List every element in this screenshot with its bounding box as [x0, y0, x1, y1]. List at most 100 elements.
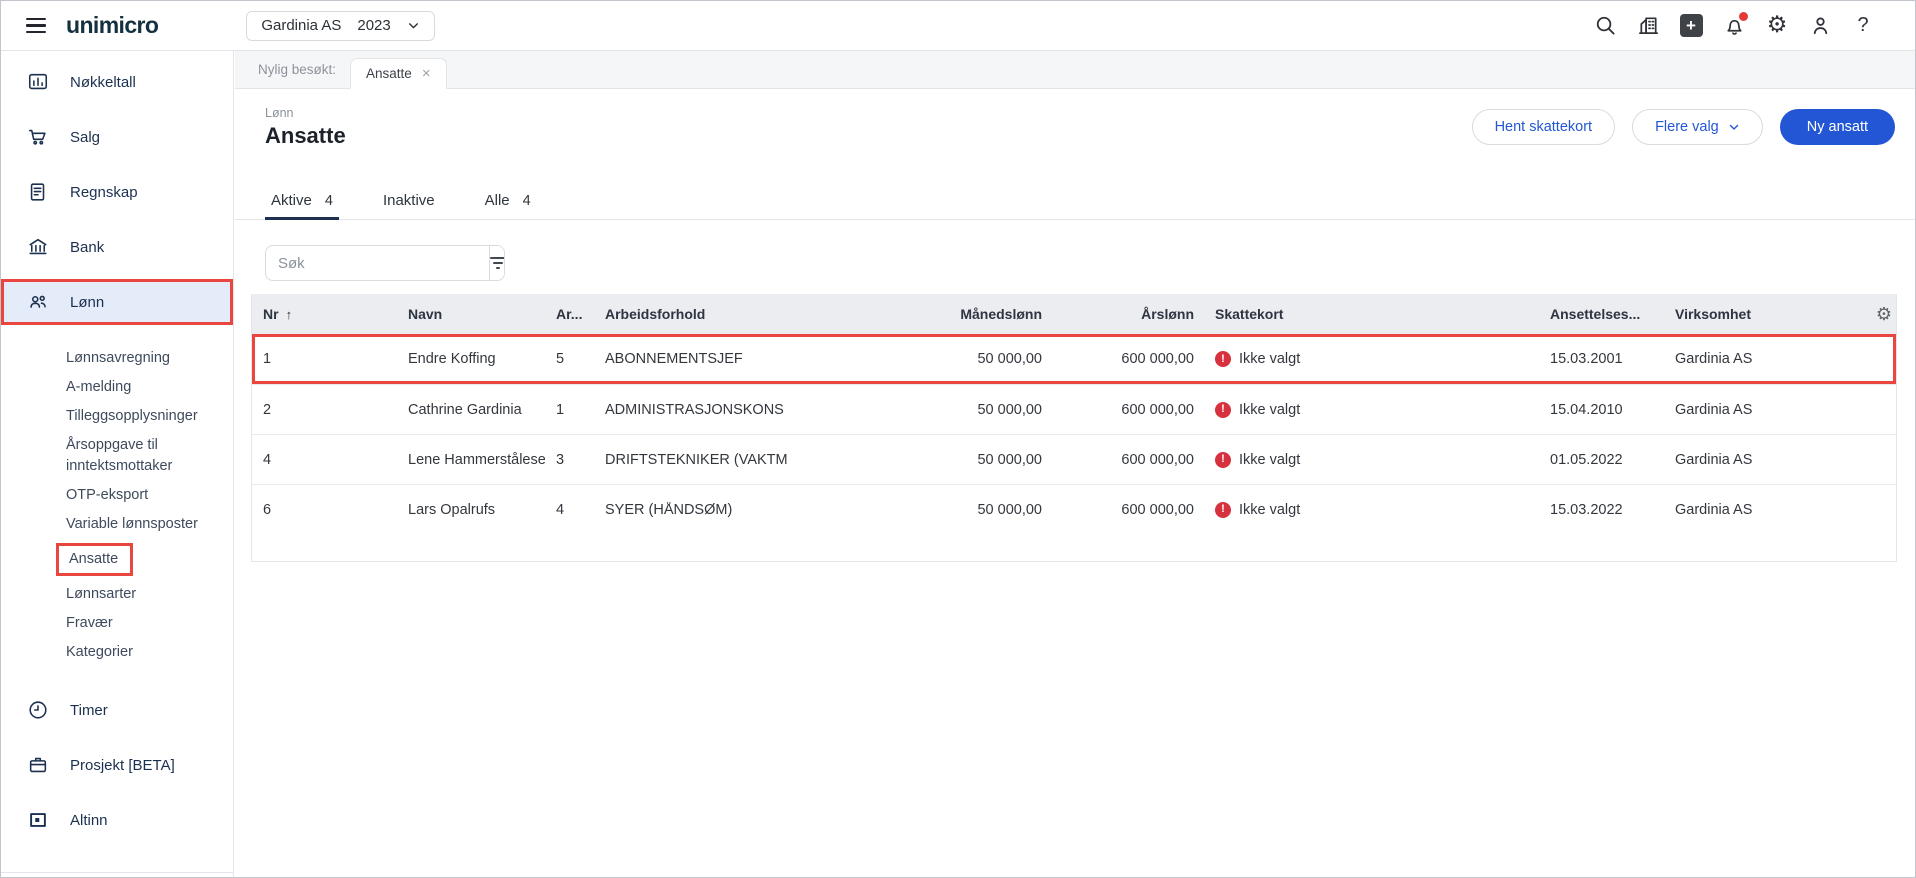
column-header-label: Årslønn [1141, 306, 1194, 322]
cell-nr: 1 [263, 351, 272, 367]
cell-ansettelsesdato: 15.03.2022 [1550, 501, 1623, 518]
column-header-nr[interactable]: Nr ↑ [252, 306, 397, 322]
sidebar-item-lonn[interactable]: Lønn [1, 279, 233, 325]
column-header-virksomhet[interactable]: Virksomhet [1664, 306, 1864, 322]
sidebar-item-prosjekt[interactable]: Prosjekt [BETA] [1, 742, 233, 788]
table-settings-gear-icon[interactable]: ⚙ [1864, 304, 1898, 325]
table-row[interactable]: 2 Cathrine Gardinia 1 ADMINISTRASJONSKONS 50… [252, 384, 1896, 434]
sidebar-subitem-arsoppgave[interactable]: Årsoppgave til inntektsmottaker [1, 431, 233, 481]
column-header-ansettelsesdato[interactable]: Ansettelses... [1539, 306, 1664, 322]
column-header-navn[interactable]: Navn [397, 306, 545, 322]
company-name: Gardinia AS [261, 17, 342, 34]
topbar: unimicro Gardinia AS 2023 + ⚙ ? [1, 1, 1915, 51]
add-tile-icon[interactable]: + [1679, 14, 1703, 38]
settings-gear-icon[interactable]: ⚙ [1765, 14, 1789, 38]
sidebar: Nøkkeltall Salg Regnskap Bank Lønn Lønnsavreg… [1, 51, 234, 877]
table-row[interactable]: 6 Lars Opalrufs 4 SYER (HÅNDSØM) 50 000,00 60… [252, 484, 1896, 534]
sidebar-subitem-fravaer[interactable]: Fravær [1, 609, 233, 638]
cell-ar: 1 [556, 401, 565, 418]
sidebar-subitem-variable-lonnsposter[interactable]: Variable lønnsposter [1, 510, 233, 539]
cell-manedslonn: 50 000,00 [977, 401, 1042, 418]
sidebar-subitem-label: Lønnsarter [66, 586, 137, 602]
error-icon: ! [1215, 451, 1231, 468]
document-icon [27, 181, 49, 203]
recently-visited-strip: Nylig besøkt: Ansatte × [235, 51, 1915, 89]
cell-ansettelsesdato: 15.03.2001 [1550, 351, 1623, 367]
chevron-down-icon [1728, 121, 1740, 133]
column-header-label: Navn [408, 306, 443, 322]
bank-icon [27, 236, 49, 258]
sidebar-item-bank[interactable]: Bank [1, 224, 233, 270]
recent-tab-title: Ansatte [366, 66, 412, 81]
sidebar-subitem-label: Variable lønnsposter [66, 516, 198, 532]
hent-skattekort-button[interactable]: Hent skattekort [1471, 109, 1616, 145]
sidebar-item-regnskap[interactable]: Regnskap [1, 169, 233, 215]
sidebar-item-salg[interactable]: Salg [1, 114, 233, 160]
sidebar-subitem-label: Kategorier [66, 644, 133, 660]
tab-inaktive[interactable]: Inaktive [377, 192, 441, 220]
tab-label: Alle [484, 192, 510, 209]
help-icon[interactable]: ? [1851, 14, 1875, 38]
tab-aktive[interactable]: Aktive 4 [265, 192, 339, 220]
table-row[interactable]: 4 Lene Hammerstålesen 3 DRIFTSTEKNIKER (VAK… [252, 434, 1896, 484]
sidebar-subitem-tilleggsopplysninger[interactable]: Tilleggsopplysninger [1, 402, 233, 431]
recent-tab-ansatte[interactable]: Ansatte × [350, 58, 447, 89]
cell-virksomhet: Gardinia AS [1675, 451, 1753, 468]
sidebar-footer-divider [1, 872, 233, 873]
column-header-label: Nr [263, 306, 279, 322]
cell-virksomhet: Gardinia AS [1675, 351, 1753, 367]
cell-ar: 5 [556, 351, 565, 367]
column-header-arslonn[interactable]: Årslønn [1052, 306, 1204, 322]
tab-label: Inaktive [382, 192, 435, 209]
cell-ansettelsesdato: 15.04.2010 [1550, 401, 1623, 418]
column-header-manedslonn[interactable]: Månedslønn [864, 306, 1052, 322]
breadcrumb: Lønn [265, 106, 294, 120]
sidebar-item-timer[interactable]: Timer [1, 687, 233, 733]
skattekort-status-label: Ikke valgt [1239, 401, 1301, 418]
page-header: Lønn Ansatte Hent skattekort Flere valg … [235, 89, 1915, 163]
cell-arslonn: 600 000,00 [1121, 501, 1194, 518]
search-icon[interactable] [1593, 14, 1617, 38]
sidebar-item-label: Nøkkeltall [70, 73, 136, 91]
table-row[interactable]: 1 Endre Koffing 5 ABONNEMENTSJEF 50 000,00 60… [252, 334, 1896, 384]
sidebar-subitem-lonnsavregning[interactable]: Lønnsavregning [1, 344, 233, 373]
column-header-skattekort[interactable]: Skattekort [1204, 306, 1539, 322]
close-icon[interactable]: × [422, 66, 431, 81]
notifications-bell-icon[interactable] [1722, 11, 1748, 38]
error-icon: ! [1215, 351, 1231, 367]
search-input[interactable] [266, 246, 489, 280]
table-footer [252, 534, 1896, 561]
recently-visited-label: Nylig besøkt: [258, 62, 337, 77]
menu-icon[interactable] [26, 17, 46, 34]
tab-alle[interactable]: Alle 4 [479, 192, 537, 220]
filter-icon[interactable] [489, 246, 504, 280]
column-header-arbeidsforhold[interactable]: Arbeidsforhold [594, 306, 864, 322]
flere-valg-button[interactable]: Flere valg [1632, 109, 1763, 145]
ny-ansatt-button[interactable]: Ny ansatt [1779, 109, 1895, 145]
sort-asc-icon: ↑ [285, 307, 293, 322]
employees-table: Nr ↑ Navn Ar... Arbeidsforhold Månedslønn Årsl… [251, 294, 1897, 562]
app-logo: unimicro [66, 12, 159, 38]
sidebar-subitem-a-melding[interactable]: A-melding [1, 373, 233, 402]
company-building-icon[interactable] [1636, 14, 1660, 38]
cell-manedslonn: 50 000,00 [977, 451, 1042, 468]
user-icon[interactable] [1808, 14, 1832, 38]
sidebar-item-nokkeltall[interactable]: Nøkkeltall [1, 59, 233, 105]
error-icon: ! [1215, 501, 1231, 518]
sidebar-subitem-label: OTP-eksport [66, 487, 149, 503]
sidebar-subitem-lonnsarter[interactable]: Lønnsarter [1, 580, 233, 609]
company-selector[interactable]: Gardinia AS 2023 [246, 10, 435, 41]
employee-filter-tabs: Aktive 4 Inaktive Alle 4 [235, 192, 1915, 220]
column-header-ar[interactable]: Ar... [545, 306, 594, 322]
sidebar-subitem-kategorier[interactable]: Kategorier [1, 638, 233, 667]
bar-chart-icon [27, 71, 49, 93]
cell-manedslonn: 50 000,00 [977, 351, 1042, 367]
sidebar-subitem-otp-eksport[interactable]: OTP-eksport [1, 481, 233, 510]
skattekort-status-label: Ikke valgt [1239, 351, 1301, 367]
sidebar-subitem-ansatte[interactable]: Ansatte [1, 539, 233, 580]
sidebar-item-label: Altinn [70, 811, 108, 829]
sidebar-item-altinn[interactable]: Altinn [1, 797, 233, 843]
sidebar-item-label: Salg [70, 128, 101, 146]
clock-icon [27, 699, 49, 721]
cell-virksomhet: Gardinia AS [1675, 401, 1753, 418]
